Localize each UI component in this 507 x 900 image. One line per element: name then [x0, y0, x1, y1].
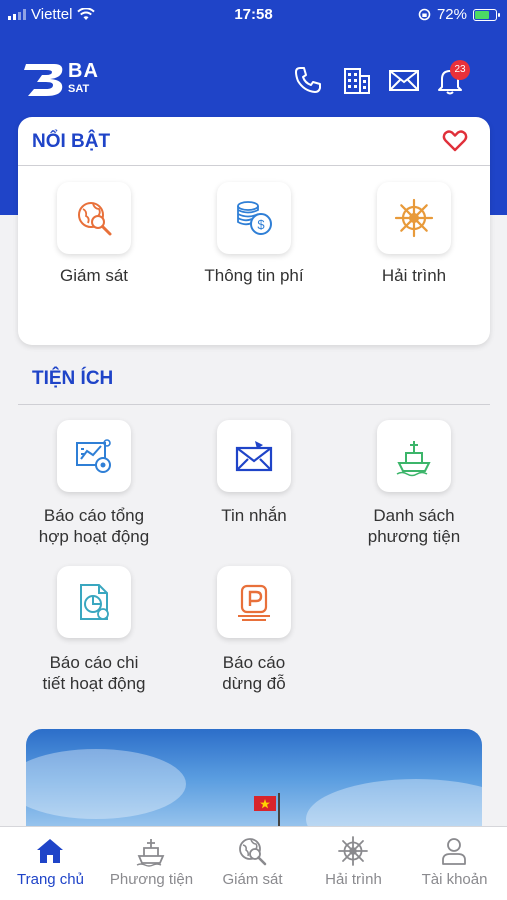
label-line-1: Báo cáo: [222, 653, 286, 672]
ship-wheel-icon: [338, 836, 368, 866]
tile-giam-sat[interactable]: [57, 182, 131, 254]
user-icon: [442, 838, 466, 865]
orientation-lock-icon: [418, 8, 431, 21]
tile-bao-cao-chi-tiet-label: Báo cáo chi tiết hoạt động: [9, 652, 179, 694]
tile-danh-sach-phuong-tien[interactable]: [377, 420, 451, 492]
tab-label: Phương tiện: [109, 871, 194, 888]
label-line-2: dừng đỗ: [222, 674, 286, 693]
tile-thong-tin-phi-label: Thông tin phí: [204, 266, 304, 285]
tab-trang-chu[interactable]: Trang chủ: [0, 827, 101, 900]
status-bar: Viettel 17:58 72%: [0, 0, 507, 30]
label-line-2: hợp hoạt động: [38, 527, 150, 546]
notification-badge: 23: [450, 60, 470, 80]
tab-giam-sat[interactable]: Giám sát: [202, 827, 303, 900]
tile-bao-cao-tong-hop-label: Báo cáo tổng hợp hoạt động: [9, 505, 179, 547]
tile-hai-trinh[interactable]: [377, 182, 451, 254]
tab-label: Trang chủ: [17, 871, 84, 888]
promo-banner[interactable]: [26, 729, 482, 839]
report-chart-icon: [76, 439, 111, 473]
battery-icon: [473, 8, 500, 21]
status-right: 72%: [418, 6, 500, 23]
tile-danh-sach-label: Danh sách phương tiện: [329, 505, 499, 547]
globe-search-icon: [239, 838, 267, 866]
tile-giam-sat-label: Giám sát: [59, 266, 129, 285]
tile-bao-cao-dung-do-label: Báo cáo dừng đỗ: [169, 652, 339, 694]
highlight-divider: [18, 165, 490, 166]
utilities-title: TIỆN ÍCH: [32, 368, 114, 389]
tab-tai-khoan[interactable]: Tài khoản: [404, 827, 505, 900]
ship-wheel-icon: [394, 198, 434, 238]
bottom-tab-bar: Trang chủ Phương tiện Giám sát Hải trình…: [0, 826, 507, 900]
heart-icon[interactable]: [442, 129, 468, 153]
tab-phuong-tien[interactable]: Phương tiện: [101, 827, 202, 900]
tab-label: Hải trình: [325, 871, 382, 888]
label-line-1: Danh sách: [373, 506, 455, 525]
tile-bao-cao-tong-hop[interactable]: [57, 420, 131, 492]
banner-cloud: [26, 749, 186, 819]
mail-icon[interactable]: [388, 64, 420, 96]
tab-hai-trinh[interactable]: Hải trình: [303, 827, 404, 900]
header-actions: [0, 64, 507, 98]
label-line-2: tiết hoạt động: [42, 674, 146, 693]
detail-report-icon: [80, 584, 109, 620]
utilities-divider: [18, 404, 490, 405]
message-envelope-icon: [235, 441, 273, 472]
home-icon: [37, 839, 63, 863]
globe-search-icon: [78, 202, 112, 236]
label-line-1: Tin nhắn: [221, 506, 287, 525]
tile-bao-cao-dung-do[interactable]: [217, 566, 291, 638]
label-line-1: Báo cáo chi: [49, 653, 139, 672]
flag-icon: [254, 796, 276, 811]
svg-text:$: $: [257, 217, 265, 232]
battery-percent: 72%: [436, 6, 467, 23]
ship-icon: [136, 839, 165, 867]
vessel-list-icon: [396, 441, 431, 477]
tile-hai-trinh-label: Hải trình: [381, 266, 447, 285]
parking-icon: [238, 584, 270, 621]
coins-icon: $: [237, 201, 272, 235]
tab-label: Tài khoản: [421, 871, 488, 888]
tile-bao-cao-chi-tiet[interactable]: [57, 566, 131, 638]
label-line-2: phương tiện: [367, 527, 461, 546]
building-icon[interactable]: [341, 64, 373, 96]
phone-icon[interactable]: [292, 64, 324, 96]
tile-tin-nhan[interactable]: [217, 420, 291, 492]
tab-label: Giám sát: [222, 871, 283, 888]
label-line-1: Báo cáo tổng: [43, 506, 145, 525]
tile-thong-tin-phi[interactable]: $: [217, 182, 291, 254]
tile-tin-nhan-label: Tin nhắn: [169, 505, 339, 526]
highlight-title: NỔI BẬT: [32, 131, 111, 152]
